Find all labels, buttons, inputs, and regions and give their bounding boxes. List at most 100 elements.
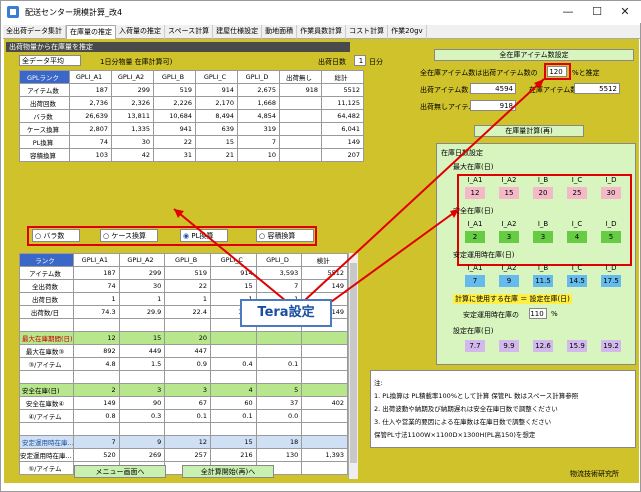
days-input[interactable]: 1 [354,55,366,66]
table-cell[interactable]: 5512 [301,266,348,280]
table-cell[interactable]: 130 [255,448,303,462]
tab-work-20gv[interactable]: 作業20gv [388,25,427,39]
stock-days-input[interactable]: 9 [499,275,519,287]
table-cell[interactable] [279,109,322,123]
table-cell[interactable] [164,370,211,384]
table-cell[interactable]: 2,736 [69,96,112,110]
table-cell[interactable]: 0.8 [73,409,120,423]
average-select[interactable]: 全データ平均 [19,55,81,66]
stock-days-input[interactable]: 25 [567,187,587,199]
table-cell[interactable]: 21 [195,148,238,162]
table-cell[interactable]: 9 [118,435,166,449]
table-cell[interactable]: 30 [118,279,166,293]
tab-all-shipping[interactable]: 全出荷データ集計 [3,25,66,39]
table-cell[interactable]: 269 [118,448,166,462]
stock-days-input[interactable]: 4 [567,231,587,243]
table-cell[interactable] [301,331,348,345]
table-cell[interactable]: 187 [69,83,112,97]
table-cell[interactable]: 15 [209,279,257,293]
table-cell[interactable] [164,422,211,436]
tab-floor-area[interactable]: 動地面積 [262,25,298,39]
table-cell[interactable]: 74.3 [73,305,120,319]
table-cell[interactable]: 1,335 [111,122,154,136]
stock-days-input[interactable]: 30 [601,187,621,199]
table-cell[interactable]: 64,482 [321,109,364,123]
table-cell[interactable] [73,370,120,384]
table-cell[interactable]: 74 [69,135,112,149]
table-cell[interactable]: 519 [153,83,196,97]
table-cell[interactable] [73,422,120,436]
table-cell[interactable]: 519 [164,266,211,280]
table-cell[interactable]: 0.0 [255,409,303,423]
stock-days-input[interactable]: 20 [533,187,553,199]
stock-days-input[interactable]: 12 [465,187,485,199]
table-cell[interactable]: 892 [73,344,120,358]
stock-days-input[interactable]: 7.7 [465,340,485,352]
table-cell[interactable]: 31 [153,148,196,162]
table-cell[interactable]: 1.5 [118,357,166,371]
table-cell[interactable]: 149 [321,135,364,149]
table-cell[interactable]: 299 [111,83,154,97]
table-cell[interactable]: 257 [164,448,211,462]
table-cell[interactable]: 3 [164,383,211,397]
table-cell[interactable]: 914 [209,266,257,280]
stock-days-input[interactable]: 7 [465,275,485,287]
table-cell[interactable]: 3,593 [255,266,303,280]
table-cell[interactable]: 5512 [321,83,364,97]
stable-ratio-input[interactable]: 110 [529,308,547,319]
stock-days-input[interactable]: 15 [499,187,519,199]
table-cell[interactable] [301,344,348,358]
table-cell[interactable]: 22.4 [164,305,211,319]
table-cell[interactable]: 42 [111,148,154,162]
tab-building-spec[interactable]: 建屋仕様設定 [213,25,263,39]
table-cell[interactable] [255,331,303,345]
table-cell[interactable] [255,344,303,358]
table-cell[interactable]: 20 [164,331,211,345]
stock-days-input[interactable]: 3 [533,231,553,243]
table-cell[interactable]: 2,226 [153,96,196,110]
table-cell[interactable] [73,318,120,332]
stock-days-input[interactable]: 11.5 [533,275,553,287]
tab-workers-calc[interactable]: 作業員数計算 [297,25,347,39]
table-cell[interactable]: 2,326 [111,96,154,110]
close-button[interactable]: ✕ [615,5,635,19]
table-cell[interactable]: 319 [237,122,280,136]
radio-case[interactable]: ○ ケース換算 [100,229,158,242]
table-cell[interactable]: 918 [279,83,322,97]
stock-days-input[interactable]: 14.5 [567,275,587,287]
table-cell[interactable]: 37 [255,396,303,410]
tab-cost-calc[interactable]: コスト計算 [346,25,389,39]
table-cell[interactable]: 12 [73,331,120,345]
table-cell[interactable]: 941 [153,122,196,136]
table-cell[interactable]: 207 [321,148,364,162]
table-cell[interactable]: 447 [164,344,211,358]
table-cell[interactable]: 29.9 [118,305,166,319]
stock-days-input[interactable]: 15.9 [567,340,587,352]
table-cell[interactable]: 299 [118,266,166,280]
table-cell[interactable]: 22 [164,279,211,293]
table-cell[interactable]: 0.4 [209,357,257,371]
table-cell[interactable] [209,331,257,345]
table-cell[interactable]: 13,811 [111,109,154,123]
table-cell[interactable]: 0.1 [255,357,303,371]
table-cell[interactable]: 4 [209,383,257,397]
table-cell[interactable]: 26,639 [69,109,112,123]
table-cell[interactable]: 67 [164,396,211,410]
table-cell[interactable]: 520 [73,448,120,462]
menu-button[interactable]: メニュー画面へ [74,465,166,478]
stock-days-input[interactable]: 12.6 [533,340,553,352]
table-cell[interactable] [279,122,322,136]
table-cell[interactable]: 8,494 [195,109,238,123]
stock-days-input[interactable]: 3 [499,231,519,243]
table-cell[interactable] [301,357,348,371]
minimize-button[interactable]: — [558,5,578,19]
table-cell[interactable]: 10 [237,148,280,162]
tab-stock-estimate[interactable]: 在庫量の推定 [66,25,116,40]
table-cell[interactable] [209,370,257,384]
table-cell[interactable]: 15 [195,135,238,149]
table-cell[interactable]: 0.3 [118,409,166,423]
table-cell[interactable] [164,318,211,332]
table-cell[interactable] [301,422,348,436]
table-cell[interactable] [301,370,348,384]
radio-volume[interactable]: ○ 容積換算 [256,229,314,242]
